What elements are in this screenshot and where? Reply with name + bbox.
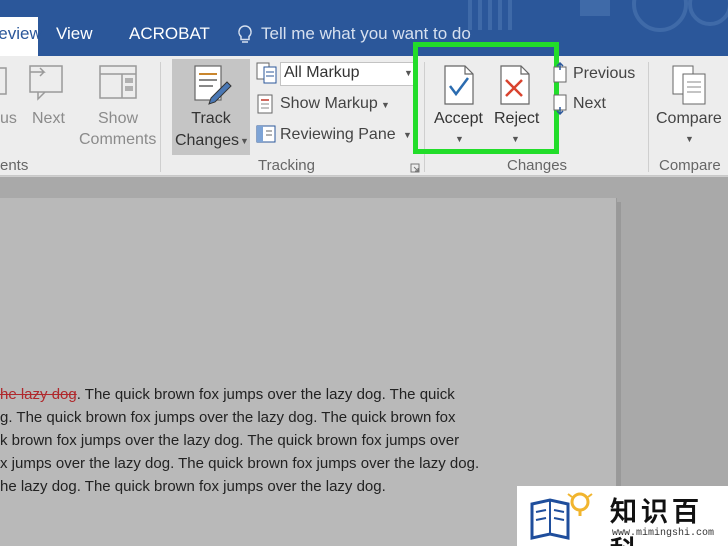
group-divider [160, 62, 161, 172]
show-markup-icon [257, 94, 273, 114]
compare-group-label: Compare [659, 157, 721, 174]
track-changes-icon [194, 65, 232, 105]
display-for-review-value: All Markup [284, 64, 360, 81]
next-change-icon [553, 94, 567, 115]
reviewing-pane-icon [256, 125, 276, 143]
reviewing-pane-arrow-icon: ▼ [403, 130, 412, 140]
previous-comment-button[interactable]: us [0, 110, 17, 128]
document-line-5[interactable]: he lazy dog. The quick brown fox jumps o… [0, 476, 386, 498]
track-changes-dropdown-icon: ▼ [240, 136, 249, 146]
previous-change-button[interactable]: Previous [573, 65, 635, 83]
previous-comment-icon [0, 67, 7, 95]
next-comment-icon [29, 65, 63, 101]
group-divider [648, 62, 649, 172]
document-line-1[interactable]: he lazy dog. The quick brown fox jumps o… [0, 384, 455, 406]
compare-arrow-icon[interactable]: ▼ [685, 134, 694, 144]
show-markup-arrow-icon: ▼ [381, 100, 390, 110]
display-for-review-arrow-icon: ▼ [404, 68, 413, 78]
compare-button[interactable]: Compare [656, 110, 722, 128]
watermark-url: www.mimingshi.com [612, 528, 715, 539]
comments-group-label: ents [0, 157, 29, 174]
show-comments-icon [99, 65, 137, 99]
tab-acrobat[interactable]: ACROBAT [129, 17, 210, 56]
highlight-box [413, 42, 559, 154]
tab-review[interactable]: Review [0, 17, 42, 56]
next-comment-button[interactable]: Next [32, 110, 65, 128]
compare-icon [672, 65, 706, 105]
track-changes-line2: Changes [174, 132, 240, 149]
show-markup-button[interactable]: Show Markup [280, 95, 378, 113]
next-change-button[interactable]: Next [573, 95, 606, 113]
document-text: . The quick brown fox jumps over the laz… [76, 386, 455, 403]
previous-change-icon [553, 62, 567, 83]
document-line-4[interactable]: x jumps over the lazy dog. The quick bro… [0, 453, 479, 475]
document-line-2[interactable]: g. The quick brown fox jumps over the la… [0, 407, 456, 429]
document-line-3[interactable]: k brown fox jumps over the lazy dog. The… [0, 430, 459, 452]
tracking-group-label: Tracking [258, 157, 315, 174]
show-comments-line1[interactable]: Show [98, 110, 138, 128]
show-comments-line2[interactable]: Comments [79, 131, 156, 149]
deleted-text: he lazy dog [0, 386, 77, 403]
dialog-launcher-icon[interactable] [410, 163, 420, 173]
track-changes-line1: Track [191, 110, 231, 127]
reviewing-pane-button[interactable]: Reviewing Pane [280, 126, 396, 144]
watermark-logo [530, 492, 593, 540]
markup-icon [256, 62, 277, 84]
lightbulb-icon [238, 25, 252, 43]
tab-view[interactable]: View [56, 17, 93, 56]
changes-group-label: Changes [507, 157, 568, 174]
